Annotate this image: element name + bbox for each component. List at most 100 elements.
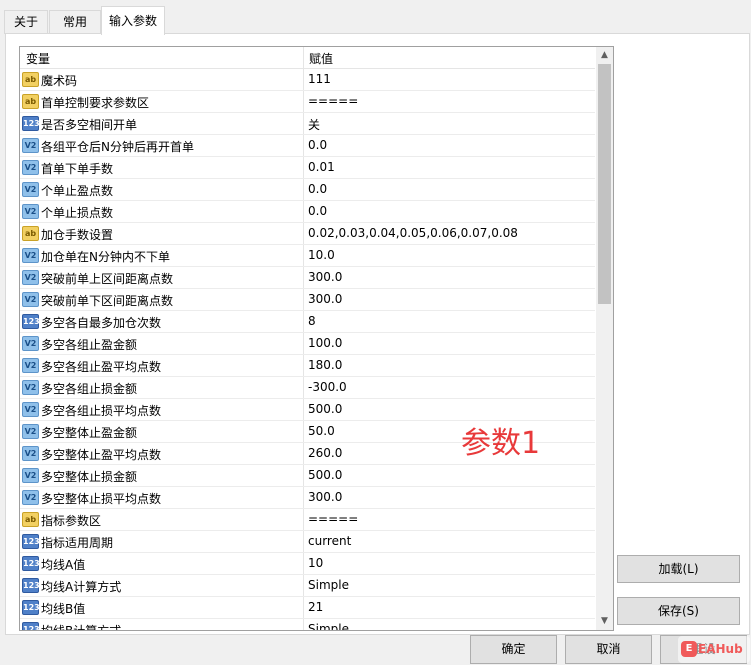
value-cell[interactable]: 500.0 — [304, 465, 595, 486]
table-row[interactable]: 123 是否多空相间开单关 — [20, 113, 595, 135]
table-row[interactable]: V2 多空各组止损金额 -300.0 — [20, 377, 595, 399]
variable-value[interactable]: current — [308, 534, 351, 548]
value-cell[interactable]: ===== — [304, 509, 595, 530]
variable-value[interactable]: 300.0 — [308, 292, 342, 306]
value-cell[interactable]: Simple — [304, 575, 595, 596]
value-cell[interactable]: 300.0 — [304, 267, 595, 288]
value-cell[interactable]: 0.01 — [304, 157, 595, 178]
value-cell[interactable]: 10.0 — [304, 245, 595, 266]
table-row[interactable]: V2 突破前单上区间距离点数 300.0 — [20, 267, 595, 289]
value-cell[interactable]: 111 — [304, 69, 595, 90]
table-row[interactable]: 123 均线A计算方式 Simple — [20, 575, 595, 597]
tab-about[interactable]: 关于 — [4, 10, 48, 34]
column-header-value[interactable]: 赋值 — [304, 47, 595, 68]
variable-cell[interactable]: 123 是否多空相间开单 — [20, 113, 304, 134]
variable-cell[interactable]: V2 多空各组止损金额 — [20, 377, 304, 398]
column-header-variable[interactable]: 变量 — [20, 47, 304, 68]
variable-value[interactable]: 0.0 — [308, 204, 327, 218]
load-button[interactable]: 加载(L) — [617, 555, 740, 583]
value-cell[interactable]: 8 — [304, 311, 595, 332]
variable-cell[interactable]: V2 各组平仓后N分钟后再开首单 — [20, 135, 304, 156]
variable-cell[interactable]: V2 多空各组止盈平均点数 — [20, 355, 304, 376]
variable-value[interactable]: 0.0 — [308, 182, 327, 196]
variable-value[interactable]: Simple — [308, 578, 349, 592]
variable-cell[interactable]: V2 多空各组止损平均点数 — [20, 399, 304, 420]
variable-value[interactable]: 10.0 — [308, 248, 335, 262]
table-row[interactable]: V2 加仓单在N分钟内不下单 10.0 — [20, 245, 595, 267]
variable-value[interactable]: 500.0 — [308, 468, 342, 482]
variable-value[interactable]: ===== — [308, 94, 358, 108]
variable-value[interactable]: 260.0 — [308, 446, 342, 460]
variable-cell[interactable]: V2 多空整体止盈金额 — [20, 421, 304, 442]
variable-value[interactable]: -300.0 — [308, 380, 347, 394]
save-button[interactable]: 保存(S) — [617, 597, 740, 625]
table-row[interactable]: 123 指标适用周期 current — [20, 531, 595, 553]
value-cell[interactable]: 0.0 — [304, 179, 595, 200]
variable-cell[interactable]: V2 加仓单在N分钟内不下单 — [20, 245, 304, 266]
table-row[interactable]: V2 各组平仓后N分钟后再开首单 0.0 — [20, 135, 595, 157]
table-row[interactable]: V2 多空各组止盈平均点数 180.0 — [20, 355, 595, 377]
value-cell[interactable]: 180.0 — [304, 355, 595, 376]
variable-value[interactable]: 111 — [308, 72, 331, 86]
table-row[interactable]: 123 均线A值 10 — [20, 553, 595, 575]
variable-value[interactable]: 180.0 — [308, 358, 342, 372]
value-cell[interactable]: 10 — [304, 553, 595, 574]
value-cell[interactable]: 0.0 — [304, 201, 595, 222]
variable-cell[interactable]: V2 个单止损点数 — [20, 201, 304, 222]
variable-value[interactable]: 0.02,0.03,0.04,0.05,0.06,0.07,0.08 — [308, 226, 518, 240]
value-cell[interactable]: 300.0 — [304, 487, 595, 508]
table-row[interactable]: ab 加仓手数设置 0.02,0.03,0.04,0.05,0.06,0.07,0.… — [20, 223, 595, 245]
variable-cell[interactable]: 123 均线B值 — [20, 597, 304, 618]
variable-value[interactable]: 500.0 — [308, 402, 342, 416]
value-cell[interactable]: 50.0 — [304, 421, 595, 442]
value-cell[interactable]: current — [304, 531, 595, 552]
variable-value[interactable]: Simple — [308, 622, 349, 630]
variable-value[interactable]: 300.0 — [308, 490, 342, 504]
value-cell[interactable]: 0.0 — [304, 135, 595, 156]
table-row[interactable]: V2 多空整体止损平均点数 300.0 — [20, 487, 595, 509]
variable-value[interactable]: 300.0 — [308, 270, 342, 284]
value-cell[interactable]: 100.0 — [304, 333, 595, 354]
table-row[interactable]: 123 均线B计算方式 Simple — [20, 619, 595, 630]
variable-cell[interactable]: 123 均线A计算方式 — [20, 575, 304, 596]
table-row[interactable]: 123 均线B值 21 — [20, 597, 595, 619]
scroll-up-arrow-icon[interactable]: ▲ — [596, 47, 613, 64]
variable-value[interactable]: 100.0 — [308, 336, 342, 350]
variable-cell[interactable]: V2 多空各组止盈金额 — [20, 333, 304, 354]
table-row[interactable]: V2 多空整体止损金额 500.0 — [20, 465, 595, 487]
table-row[interactable]: V2 首单下单手数 0.01 — [20, 157, 595, 179]
variable-value[interactable]: 0.0 — [308, 138, 327, 152]
variable-cell[interactable]: 123 均线B计算方式 — [20, 619, 304, 630]
variable-value[interactable]: 50.0 — [308, 424, 335, 438]
cancel-button[interactable]: 取消 — [565, 635, 652, 664]
variable-cell[interactable]: 123 均线A值 — [20, 553, 304, 574]
value-cell[interactable]: 21 — [304, 597, 595, 618]
variable-cell[interactable]: ab 魔术码 — [20, 69, 304, 90]
variable-cell[interactable]: ab 指标参数区 — [20, 509, 304, 530]
value-cell[interactable]: 300.0 — [304, 289, 595, 310]
table-row[interactable]: 123 多空各自最多加仓次数 8 — [20, 311, 595, 333]
table-row[interactable]: V2 个单止损点数 0.0 — [20, 201, 595, 223]
table-row[interactable]: V2 多空各组止盈金额 100.0 — [20, 333, 595, 355]
table-row[interactable]: ab 首单控制要求参数区 ===== — [20, 91, 595, 113]
value-cell[interactable]: ===== — [304, 91, 595, 112]
tab-common[interactable]: 常用 — [49, 10, 101, 34]
variable-cell[interactable]: V2 多空整体止损平均点数 — [20, 487, 304, 508]
variable-value[interactable]: 0.01 — [308, 160, 335, 174]
variable-value[interactable]: 21 — [308, 600, 323, 614]
ok-button[interactable]: 确定 — [470, 635, 557, 664]
table-row[interactable]: ab 魔术码 111 — [20, 69, 595, 91]
value-cell[interactable]: 500.0 — [304, 399, 595, 420]
value-cell[interactable]: -300.0 — [304, 377, 595, 398]
variable-cell[interactable]: V2 多空整体止盈平均点数 — [20, 443, 304, 464]
tab-input-parameters[interactable]: 输入参数 — [101, 6, 165, 35]
variable-cell[interactable]: ab 首单控制要求参数区 — [20, 91, 304, 112]
value-cell[interactable]: 260.0 — [304, 443, 595, 464]
variable-cell[interactable]: 123 指标适用周期 — [20, 531, 304, 552]
scroll-down-arrow-icon[interactable]: ▼ — [596, 613, 613, 630]
variable-cell[interactable]: V2 多空整体止损金额 — [20, 465, 304, 486]
variable-value[interactable]: ===== — [308, 512, 358, 526]
variable-cell[interactable]: 123 多空各自最多加仓次数 — [20, 311, 304, 332]
scrollbar-thumb[interactable] — [598, 64, 611, 304]
table-row[interactable]: V2 个单止盈点数 0.0 — [20, 179, 595, 201]
